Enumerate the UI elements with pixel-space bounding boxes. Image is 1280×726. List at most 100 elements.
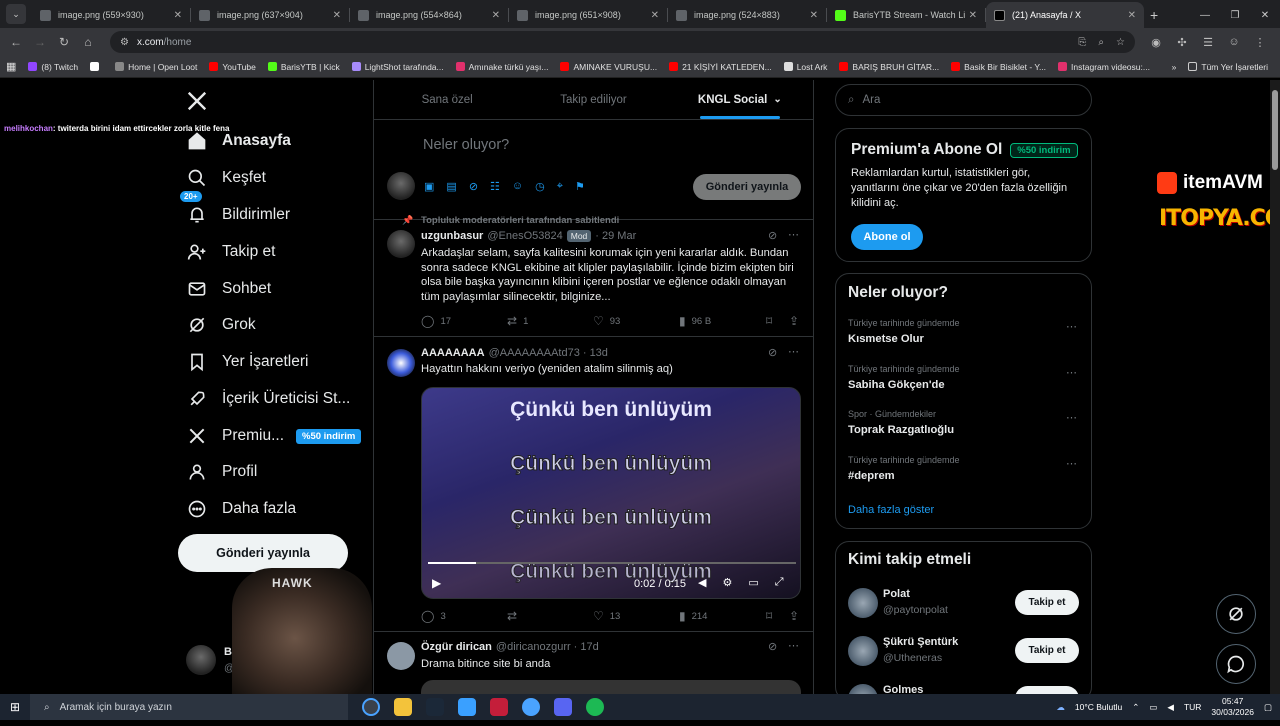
show-more-link[interactable]: Daha fazla göster: [848, 504, 934, 516]
bookmark-item[interactable]: [90, 62, 103, 72]
steam-icon[interactable]: [426, 698, 444, 716]
media-controls-icon[interactable]: ☰: [1195, 36, 1221, 49]
schedule-icon[interactable]: ◷: [535, 180, 545, 193]
taskbar-search[interactable]: ⌕ Aramak için buraya yazın: [30, 694, 348, 720]
app-icon[interactable]: [490, 698, 508, 716]
browser-tab[interactable]: image.png (559×930) ✕: [32, 2, 190, 28]
star-bookmark-icon[interactable]: ☆: [1116, 37, 1125, 48]
close-tab-icon[interactable]: ✕: [969, 10, 977, 21]
close-tab-icon[interactable]: ✕: [810, 10, 818, 21]
share-icon[interactable]: ⇪: [789, 314, 805, 328]
play-icon[interactable]: ▶: [432, 576, 441, 590]
trend-more-icon[interactable]: ⋯: [1066, 411, 1077, 424]
trend-more-icon[interactable]: ⋯: [1066, 457, 1077, 470]
nav-item-follow[interactable]: Takip et: [186, 237, 275, 267]
account-avatar[interactable]: [186, 645, 216, 675]
nav-item-rocket[interactable]: İçerik Üreticisi St...: [186, 384, 350, 414]
like-button[interactable]: ♡ 93: [593, 314, 620, 328]
tweet-media[interactable]: [421, 680, 801, 695]
tweet-author[interactable]: AAAAAAAA: [421, 347, 485, 359]
tweet-text-only[interactable]: Özgür dirican @diricanozgurr · 17d ⊘ ⋯ D…: [374, 632, 813, 695]
site-info-icon[interactable]: ⚙: [120, 37, 129, 48]
views-button[interactable]: ▮ 96 B: [679, 314, 711, 328]
reply-button[interactable]: ◯ 17: [421, 314, 451, 328]
composer-input[interactable]: Neler oluyor?: [423, 137, 509, 153]
bookmark-tweet-icon[interactable]: ⌑: [766, 609, 778, 623]
browser-tab[interactable]: image.png (554×864) ✕: [350, 2, 508, 28]
suggestion-name[interactable]: Şükrü Şentürk: [883, 636, 958, 648]
close-tab-icon[interactable]: ✕: [492, 10, 500, 21]
tweet-avatar[interactable]: [387, 349, 415, 377]
close-tab-icon[interactable]: ✕: [1128, 10, 1136, 21]
app-icon[interactable]: [458, 698, 476, 716]
tweet-author[interactable]: uzgunbasur: [421, 230, 483, 242]
tweet-more-icon[interactable]: ⋯: [788, 228, 799, 241]
suggestion-name[interactable]: Polat: [883, 588, 910, 600]
tray-up-icon[interactable]: ⌃: [1132, 702, 1139, 713]
page-scrollbar[interactable]: [1270, 80, 1280, 694]
follow-button[interactable]: Takip et: [1015, 638, 1079, 663]
tweet-more-icon[interactable]: ⋯: [788, 345, 799, 358]
bookmark-item[interactable]: LightShot tarafında...: [351, 62, 444, 72]
poll-icon[interactable]: ☷: [490, 180, 500, 193]
tweet-pinned[interactable]: 📌 Topluluk moderatörleri tarafından sabi…: [374, 212, 813, 337]
nav-item-more[interactable]: Daha fazla: [186, 494, 296, 524]
browser-tab[interactable]: image.png (651×908) ✕: [509, 2, 667, 28]
grok-tweet-icon[interactable]: ⊘: [768, 640, 777, 653]
subscribe-button[interactable]: Abone ol: [851, 224, 923, 250]
bookmark-item[interactable]: Instagram videosu:...: [1058, 62, 1150, 72]
browser-menu-icon[interactable]: ⋮: [1247, 36, 1273, 49]
gif-icon[interactable]: ▤: [446, 180, 456, 193]
browser-tab[interactable]: image.png (524×883) ✕: [668, 2, 826, 28]
browser-tab[interactable]: image.png (637×904) ✕: [191, 2, 349, 28]
home-browser-icon[interactable]: ⌂: [76, 35, 100, 49]
tweet-avatar[interactable]: [387, 230, 415, 258]
restore-icon[interactable]: ❐: [1220, 10, 1250, 21]
close-window-icon[interactable]: ✕: [1250, 10, 1280, 21]
spotify-icon[interactable]: [586, 698, 604, 716]
browser-tab[interactable]: BarisYTB Stream - Watch Live o ✕: [827, 2, 985, 28]
trend-more-icon[interactable]: ⋯: [1066, 366, 1077, 379]
grok-tweet-icon[interactable]: ⊘: [768, 229, 777, 242]
new-tab-icon[interactable]: +: [1150, 7, 1158, 23]
windows-start-icon[interactable]: ⊞: [10, 700, 20, 714]
notification-icon[interactable]: ▢: [1264, 702, 1272, 713]
network-icon[interactable]: ▭: [1149, 702, 1157, 713]
nav-item-bookmark[interactable]: Yer İşaretleri: [186, 347, 308, 377]
x-logo-icon[interactable]: [186, 90, 208, 117]
close-tab-icon[interactable]: ✕: [651, 10, 659, 21]
follow-suggestion[interactable]: Polat @paytonpolat Takip et: [836, 586, 1091, 630]
zoom-icon[interactable]: ⌕: [1098, 37, 1104, 48]
back-icon[interactable]: ←: [4, 35, 28, 49]
bookmark-tweet-icon[interactable]: ⌑: [766, 314, 778, 328]
suggestion-avatar[interactable]: [848, 636, 878, 666]
repost-button[interactable]: ⇄: [507, 609, 523, 623]
location-icon[interactable]: ⌖: [557, 180, 563, 193]
follow-button[interactable]: Takip et: [1015, 590, 1079, 615]
image-icon[interactable]: ▣: [424, 180, 434, 193]
settings-icon[interactable]: ⚙: [722, 576, 732, 589]
share-icon[interactable]: ⇪: [789, 609, 805, 623]
speaker-icon[interactable]: ◀: [1167, 702, 1174, 713]
nav-item-search[interactable]: Keşfet: [186, 163, 266, 193]
bookmark-item[interactable]: BARIŞ BRUH GİTAR...: [839, 62, 939, 72]
extensions-icon[interactable]: ✣: [1169, 36, 1195, 49]
tweet-avatar[interactable]: [387, 642, 415, 670]
search-input[interactable]: ⌕ Ara: [835, 84, 1092, 116]
bookmark-item[interactable]: Amınake türkü yaşı...: [455, 62, 548, 72]
language-indicator[interactable]: TUR: [1184, 702, 1201, 712]
browser-tab[interactable]: (21) Anasayfa / X ✕: [986, 2, 1144, 28]
bookmark-item[interactable]: 21 KİŞİYİ KATLEDEN...: [669, 62, 772, 72]
minimize-icon[interactable]: —: [1190, 10, 1220, 21]
more-bookmarks-icon[interactable]: »: [1172, 62, 1177, 72]
tab-sana-ozel[interactable]: Sana özel: [374, 80, 520, 119]
bookmark-item[interactable]: (8) Twitch: [28, 62, 78, 72]
pip-icon[interactable]: ▭: [748, 576, 758, 589]
bookmark-item[interactable]: Home | Open Loot: [115, 62, 197, 72]
repost-button[interactable]: ⇄ 1: [507, 314, 528, 328]
volume-icon[interactable]: ◀: [698, 576, 706, 589]
emoji-icon[interactable]: ☺: [512, 180, 523, 193]
views-button[interactable]: ▮ 214: [679, 609, 707, 623]
reload-icon[interactable]: ↻: [52, 35, 76, 49]
chrome-app-icon[interactable]: [362, 698, 380, 716]
